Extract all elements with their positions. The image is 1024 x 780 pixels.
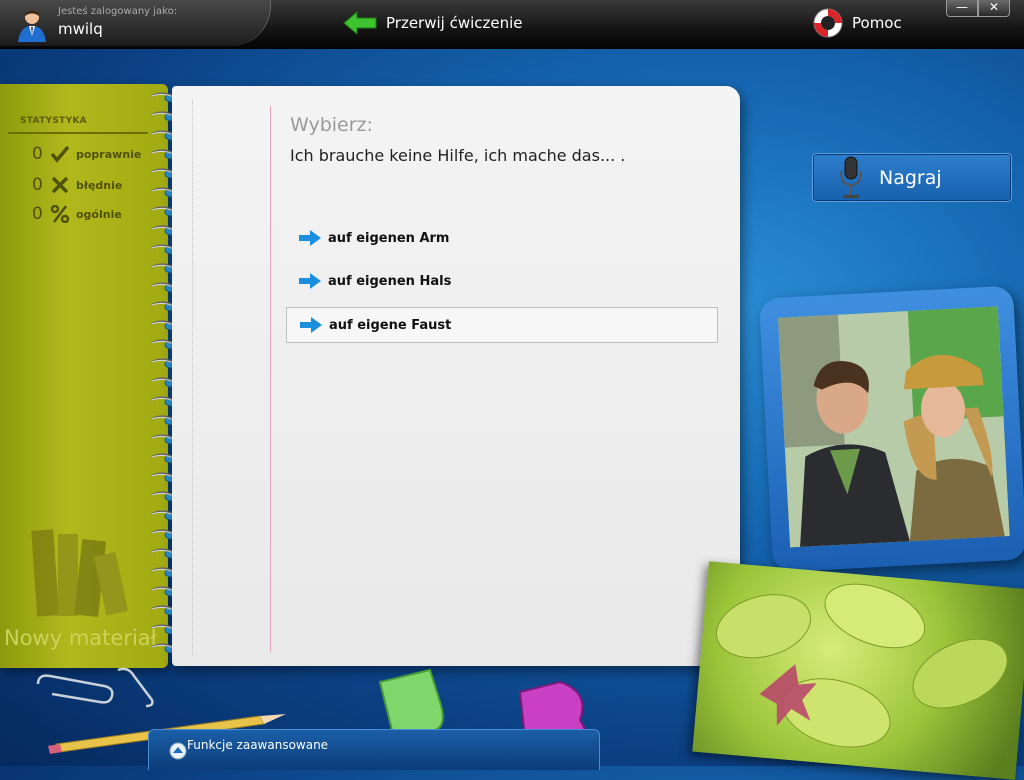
advanced-functions-label: Funkcje zaawansowane (187, 738, 329, 752)
exercise-question: Ich brauche keine Hilfe, ich mache das..… (290, 146, 626, 165)
books-icon (31, 529, 128, 618)
percent-icon (50, 205, 70, 223)
stat-wrong-label: błędnie (76, 178, 123, 192)
microphone-icon (840, 156, 862, 198)
abort-exercise-label: Przerwij ćwiczenie (386, 14, 523, 32)
minimize-button[interactable]: — (946, 0, 978, 17)
help-label: Pomoc (852, 14, 902, 32)
stat-wrong-value: 0 (32, 175, 43, 195)
statistics-divider (8, 132, 148, 134)
record-label: Nagraj (879, 166, 942, 189)
check-icon (50, 145, 70, 163)
new-material-link[interactable]: Nowy materiał (4, 626, 157, 650)
advanced-functions-panel[interactable]: Funkcje zaawansowane (148, 729, 600, 770)
abort-exercise-button[interactable]: Przerwij ćwiczenie (342, 8, 523, 38)
answer-option-label: auf eigenen Hals (328, 273, 452, 289)
statistics-notebook: STATYSTYKA 0 poprawnie 0 błędnie 0 ogóln… (0, 84, 168, 668)
stat-correct-value: 0 (32, 144, 43, 164)
user-info: Jesteś zalogowany jako: mwilq (0, 0, 271, 46)
arrow-right-icon (300, 317, 322, 333)
leaves-illustration (715, 583, 1008, 748)
answer-option-1[interactable]: auf eigenen Arm (286, 220, 718, 256)
photo-frame (759, 285, 1024, 573)
couple-illustration (778, 306, 1010, 548)
arrow-right-icon (299, 230, 321, 246)
stat-row-total: 0 ogólnie (32, 204, 122, 224)
answer-option-3[interactable]: auf eigene Faust (286, 307, 718, 343)
record-button[interactable]: Nagraj (812, 153, 1012, 202)
user-avatar-icon (18, 10, 46, 42)
lifebuoy-icon (813, 8, 843, 38)
page-perforation (192, 100, 194, 656)
top-bar: Jesteś zalogowany jako: mwilq Przerwij ć… (0, 0, 1024, 49)
couple-photo (778, 306, 1010, 548)
answer-option-label: auf eigenen Arm (328, 230, 450, 246)
login-caption: Jesteś zalogowany jako: (58, 6, 178, 17)
username: mwilq (58, 20, 103, 38)
paperclips-decoration (36, 667, 154, 708)
back-arrow-icon (343, 10, 377, 36)
cross-icon (51, 176, 69, 194)
stat-correct-label: poprawnie (76, 147, 142, 161)
arrow-right-icon (299, 273, 321, 289)
stat-row-correct: 0 poprawnie (32, 144, 141, 164)
statistics-title: STATYSTYKA (20, 116, 87, 126)
leaves-photo (692, 561, 1024, 780)
stat-total-label: ogólnie (76, 207, 122, 221)
exercise-page: Wybierz: Ich brauche keine Hilfe, ich ma… (172, 86, 740, 666)
close-window-button[interactable]: ✕ (978, 0, 1010, 17)
exercise-instruction: Wybierz: (290, 114, 373, 136)
chevron-up-icon (169, 742, 187, 760)
answer-option-2[interactable]: auf eigenen Hals (286, 263, 718, 299)
page-margin-line (270, 106, 271, 652)
stat-row-wrong: 0 błędnie (32, 175, 122, 195)
help-button[interactable]: Pomoc (812, 6, 902, 40)
stat-total-value: 0 (32, 204, 43, 224)
answer-option-label: auf eigene Faust (329, 317, 452, 333)
